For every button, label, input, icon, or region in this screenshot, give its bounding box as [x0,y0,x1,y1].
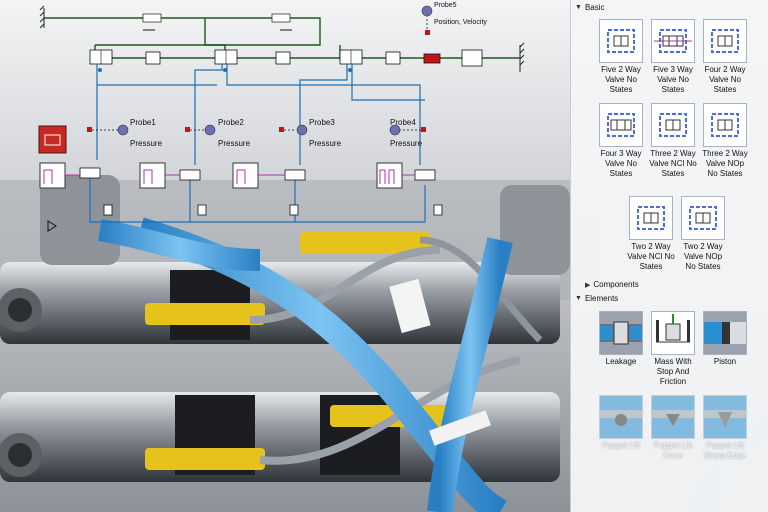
three-2way-valve-nop-icon [703,103,747,147]
valve-block-1[interactable] [89,49,113,65]
damper-icon [145,51,161,65]
probe5-name: Probe5 [434,2,457,9]
probe3-name: Probe3 [309,118,335,127]
spring-element [142,13,162,23]
library-item[interactable]: Two 2 Way Valve NCl No States [626,196,676,272]
probe2-kind: Pressure [218,139,251,148]
probe4-kind: Pressure [390,139,423,148]
three-2way-valve-ncl-icon [651,103,695,147]
components-section-header[interactable]: ▶ Components [585,280,639,289]
mass-stop-icon[interactable] [461,49,483,67]
components-section-label: Components [593,280,639,289]
basic-section-label: Basic [584,3,605,12]
pneumatic-lines [96,64,425,165]
elements-section-header[interactable]: ▼ Elements [575,294,618,303]
probe3-kind: Pressure [309,139,342,148]
exhaust-icon [289,204,299,216]
library-panel[interactable]: ▼ Basic Five 2 Way Valve No States Five … [570,0,768,512]
poppet-lift-sharp-edge-icon [703,395,747,439]
wall-left-icon [39,5,45,29]
probe1-icon[interactable] [117,124,129,136]
probe4-name: Probe4 [390,118,416,127]
probe2-name: Probe2 [218,118,244,127]
probe5-kind: Position, Velocity [434,19,487,26]
damper-icon [385,51,401,65]
library-item[interactable]: Mass With Stop And Friction [648,311,698,387]
four-2way-valve-icon [703,19,747,63]
two-2way-valve-nop-icon [681,196,725,240]
library-item[interactable]: Three 2 Way Valve NCl No States [648,103,698,179]
schematic-diagram[interactable] [0,0,575,280]
elements-section-label: Elements [584,294,619,303]
library-item[interactable]: Leakage [596,311,646,367]
five-2way-valve-icon [599,19,643,63]
damper-icon [275,51,291,65]
valve-4[interactable] [402,169,436,181]
source-block-icon[interactable] [38,125,67,154]
expand-triangle-icon[interactable]: ▶ [585,281,590,289]
library-item[interactable]: Five 3 Way Valve No States [648,19,698,95]
valve-1[interactable] [65,167,101,179]
probe1-kind: Pressure [130,139,163,148]
basic-section-header[interactable]: ▼ Basic [575,3,605,12]
mass-with-stop-icon [651,311,695,355]
probe2-icon[interactable] [204,124,216,136]
library-item[interactable]: Four 3 Way Valve No States [596,103,646,179]
probe5-icon[interactable] [421,5,433,17]
piston-icon [703,311,747,355]
valve-2[interactable] [165,169,201,181]
five-3way-valve-icon [651,19,695,63]
spring-element [271,13,291,23]
collapse-triangle-icon[interactable]: ▼ [575,295,582,302]
library-item[interactable]: Three 2 Way Valve NOp No States [700,103,750,179]
two-2way-valve-ncl-icon [629,196,673,240]
signal-source-4[interactable] [376,162,403,189]
exhaust-icon [197,204,207,216]
wall-right-icon [519,42,525,72]
poppet-lift-icon [599,395,643,439]
probe1-name: Probe1 [130,118,156,127]
collapse-triangle-icon[interactable]: ▼ [575,4,582,11]
exhaust-icon [433,204,443,216]
library-item[interactable]: Poppet Lift Cone [648,395,698,461]
library-item[interactable]: Two 2 Way Valve NOp No States [678,196,728,272]
library-item[interactable]: Five 2 Way Valve No States [596,19,646,95]
valve-block-3[interactable] [339,49,363,65]
library-item[interactable]: Piston [700,311,750,367]
mass-icon[interactable] [423,53,441,64]
library-item[interactable]: Poppet Lift Sharp Edge [700,395,750,461]
exhaust-icon [103,204,113,216]
leakage-icon [599,311,643,355]
library-item[interactable]: Poppet Lift [596,395,646,451]
signal-source-1[interactable] [39,162,66,189]
source-triangle-icon [47,220,57,232]
four-3way-valve-icon [599,103,643,147]
signal-source-3[interactable] [232,162,259,189]
library-item[interactable]: Four 2 Way Valve No States [700,19,750,95]
probe3-icon[interactable] [296,124,308,136]
valve-block-2[interactable] [214,49,238,65]
valve-3[interactable] [258,169,306,181]
poppet-lift-cone-icon [651,395,695,439]
signal-source-2[interactable] [139,162,166,189]
